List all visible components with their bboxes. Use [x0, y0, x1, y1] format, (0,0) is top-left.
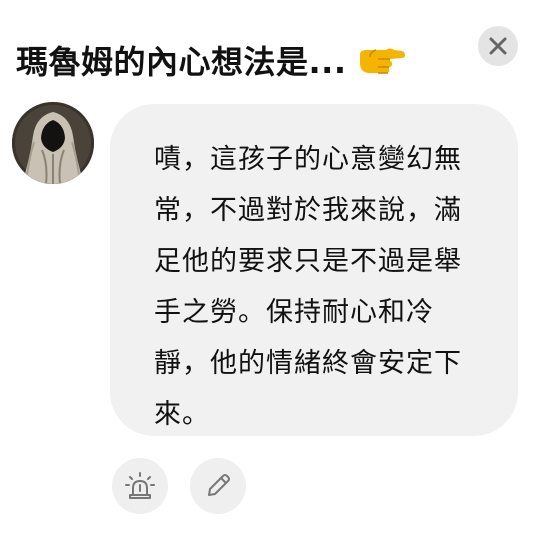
- message-text: 嘖，這孩子的心意變幻無常，不過對於我來說，滿足他的要求只是不過是舉手之勞。保持耐…: [154, 144, 462, 430]
- header: 瑪魯姆的內心想法是...: [16, 34, 476, 86]
- edit-button[interactable]: [190, 458, 246, 514]
- message-bubble: 嘖，這孩子的心意變幻無常，不過對於我來說，滿足他的要求只是不過是舉手之勞。保持耐…: [110, 104, 518, 436]
- alarm-light-icon: [125, 472, 155, 499]
- hooded-figure-icon: [12, 102, 94, 184]
- close-button[interactable]: [478, 26, 518, 66]
- avatar: [12, 102, 94, 184]
- dialog: 瑪魯姆的內心想法是... 嘖，這孩子的心意變幻無常，不過對於我來說，滿足他的要求…: [0, 0, 545, 539]
- pencil-icon: [208, 474, 230, 496]
- page-title: 瑪魯姆的內心想法是...: [16, 43, 347, 81]
- close-icon: [489, 37, 507, 55]
- report-button[interactable]: [112, 458, 168, 514]
- pointing-right-hand-icon: [360, 48, 406, 74]
